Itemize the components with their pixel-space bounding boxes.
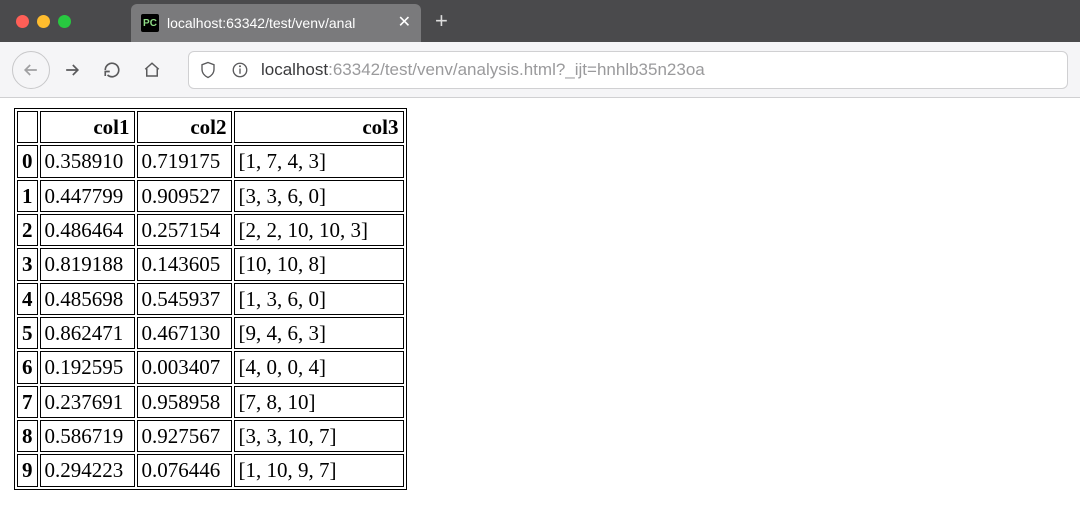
cell-col3: [9, 4, 6, 3] [234,317,404,349]
cell-col2: 0.076446 [137,454,232,486]
table-row: 40.4856980.545937[1, 3, 6, 0] [17,283,404,315]
close-window-button[interactable] [16,15,29,28]
row-index: 0 [17,145,38,177]
cell-col1: 0.192595 [40,351,135,383]
row-index: 5 [17,317,38,349]
row-index: 8 [17,420,38,452]
reload-icon [103,61,121,79]
cell-col1: 0.485698 [40,283,135,315]
url-text: localhost:63342/test/venv/analysis.html?… [261,60,1059,80]
cell-col2: 0.719175 [137,145,232,177]
new-tab-button[interactable]: + [435,8,448,34]
cell-col2: 0.467130 [137,317,232,349]
cell-col1: 0.358910 [40,145,135,177]
tab-title: localhost:63342/test/venv/anal [167,15,390,31]
pycharm-favicon-icon: PC [141,14,159,32]
row-index: 2 [17,214,38,246]
row-index: 7 [17,386,38,418]
reload-button[interactable] [94,52,130,88]
cell-col2: 0.927567 [137,420,232,452]
home-button[interactable] [134,52,170,88]
table-row: 30.8191880.143605[10, 10, 8] [17,248,404,280]
row-index: 1 [17,180,38,212]
home-icon [143,61,161,79]
row-index: 9 [17,454,38,486]
row-index: 3 [17,248,38,280]
cell-col1: 0.237691 [40,386,135,418]
page-content: col1 col2 col3 00.3589100.719175[1, 7, 4… [0,98,1080,500]
cell-col3: [1, 10, 9, 7] [234,454,404,486]
cell-col3: [7, 8, 10] [234,386,404,418]
col-header-col2: col2 [137,111,232,143]
table-row: 90.2942230.076446[1, 10, 9, 7] [17,454,404,486]
arrow-right-icon [62,60,82,80]
cell-col3: [1, 7, 4, 3] [234,145,404,177]
row-index: 6 [17,351,38,383]
shield-icon-svg [199,61,217,79]
cell-col1: 0.862471 [40,317,135,349]
url-path: :63342/test/venv/analysis.html?_ijt=hnhl… [328,60,705,79]
col-header-col3: col3 [234,111,404,143]
dataframe-table: col1 col2 col3 00.3589100.719175[1, 7, 4… [14,108,407,490]
cell-col3: [3, 3, 6, 0] [234,180,404,212]
cell-col3: [10, 10, 8] [234,248,404,280]
table-row: 00.3589100.719175[1, 7, 4, 3] [17,145,404,177]
col-header-col1: col1 [40,111,135,143]
tab-strip: PC localhost:63342/test/venv/anal ✕ + [0,0,1080,42]
table-row: 80.5867190.927567[3, 3, 10, 7] [17,420,404,452]
table-row: 50.8624710.467130[9, 4, 6, 3] [17,317,404,349]
close-tab-button[interactable]: ✕ [398,15,411,31]
table-header-row: col1 col2 col3 [17,111,404,143]
table-row: 10.4477990.909527[3, 3, 6, 0] [17,180,404,212]
cell-col1: 0.486464 [40,214,135,246]
cell-col2: 0.257154 [137,214,232,246]
forward-button[interactable] [54,52,90,88]
cell-col3: [1, 3, 6, 0] [234,283,404,315]
shield-icon[interactable] [197,59,219,81]
info-icon[interactable] [229,59,251,81]
info-icon-svg [231,61,249,79]
cell-col2: 0.003407 [137,351,232,383]
table-row: 60.1925950.003407[4, 0, 0, 4] [17,351,404,383]
browser-tab[interactable]: PC localhost:63342/test/venv/anal ✕ [131,4,421,42]
cell-col3: [3, 3, 10, 7] [234,420,404,452]
cell-col2: 0.143605 [137,248,232,280]
row-index: 4 [17,283,38,315]
url-bar[interactable]: localhost:63342/test/venv/analysis.html?… [188,51,1068,89]
back-button[interactable] [12,51,50,89]
cell-col1: 0.819188 [40,248,135,280]
cell-col3: [4, 0, 0, 4] [234,351,404,383]
cell-col1: 0.447799 [40,180,135,212]
cell-col2: 0.958958 [137,386,232,418]
table-corner-blank [17,111,38,143]
maximize-window-button[interactable] [58,15,71,28]
cell-col2: 0.545937 [137,283,232,315]
cell-col3: [2, 2, 10, 10, 3] [234,214,404,246]
window-controls [16,15,71,28]
cell-col1: 0.586719 [40,420,135,452]
cell-col2: 0.909527 [137,180,232,212]
table-row: 70.2376910.958958[7, 8, 10] [17,386,404,418]
url-host: localhost [261,60,328,79]
toolbar: localhost:63342/test/venv/analysis.html?… [0,42,1080,98]
arrow-left-icon [21,60,41,80]
table-row: 20.4864640.257154[2, 2, 10, 10, 3] [17,214,404,246]
cell-col1: 0.294223 [40,454,135,486]
minimize-window-button[interactable] [37,15,50,28]
